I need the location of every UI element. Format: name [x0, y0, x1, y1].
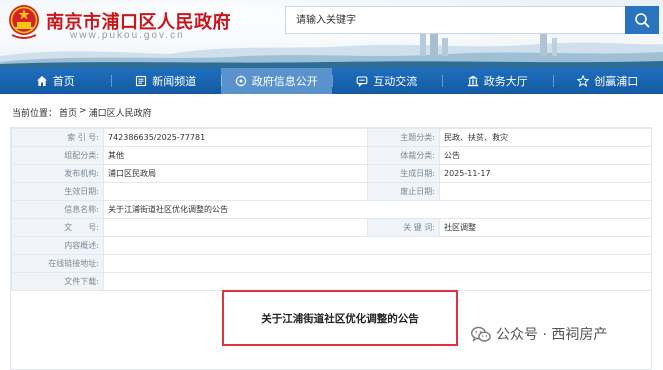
nav-item-interaction[interactable]: 互动交流 — [331, 68, 443, 94]
download-value[interactable] — [103, 272, 651, 291]
wechat-icon — [471, 326, 491, 342]
category-label: 组配分类: — [11, 146, 104, 165]
publisher-value: 浦口区民政局 — [103, 164, 368, 183]
effective-date-label: 生效日期: — [11, 182, 104, 201]
online-link-value[interactable] — [103, 254, 651, 273]
nav-item-info-disclosure[interactable]: 政府信息公开 — [221, 68, 332, 94]
nav-item-label: 创赢浦口 — [594, 75, 639, 88]
table-row: 组配分类: 其他 体裁分类: 公告 — [11, 146, 651, 165]
publisher-label: 发布机构: — [11, 164, 104, 183]
site-url: www.pukou.gov.cn — [70, 30, 185, 41]
online-link-label: 在线链接地址: — [11, 254, 104, 273]
nav-item-label: 首页 — [52, 75, 75, 88]
created-date-value: 2025-11-17 — [439, 164, 651, 183]
nav-item-win-pukou[interactable]: 创赢浦口 — [552, 68, 663, 94]
keywords-label: 关 键 词: — [367, 218, 440, 237]
nav-item-gov-hall[interactable]: 政务大厅 — [442, 68, 553, 94]
breadcrumb-home-link[interactable]: 首页 — [59, 106, 77, 119]
nav-item-label: 互动交流 — [373, 75, 418, 88]
table-row: 内容概述: — [11, 236, 651, 255]
abolished-date-label: 废止日期: — [367, 182, 440, 201]
table-row: 文件下载: — [11, 272, 651, 291]
breadcrumb-current-link[interactable]: 浦口区人民政府 — [89, 106, 152, 119]
topic-value: 民政、扶贫、救灾 — [439, 128, 651, 147]
star-icon — [577, 75, 590, 87]
hall-icon — [467, 75, 478, 87]
summary-value — [103, 236, 651, 255]
info-title-label: 信息名称: — [11, 200, 104, 219]
index-no-value: 742386635/2025-77781 — [103, 128, 368, 147]
document-heading: 关于江浦街道社区优化调整的公告 — [261, 312, 419, 325]
breadcrumb-separator: > — [79, 106, 87, 116]
nav-item-label: 政府信息公开 — [251, 75, 318, 88]
search-icon — [635, 13, 650, 28]
category-value: 其他 — [103, 146, 368, 165]
breadcrumb: 当前位置： 首页 > 浦口区人民政府 — [12, 106, 152, 119]
doc-no-label: 文 号: — [11, 218, 104, 237]
nav-item-news[interactable]: 新闻频道 — [110, 68, 222, 94]
genre-label: 体裁分类: — [367, 146, 440, 165]
table-row: 发布机构: 浦口区民政局 生成日期: 2025-11-17 — [11, 164, 651, 183]
doc-no-value — [103, 218, 368, 237]
download-label: 文件下载: — [11, 272, 104, 291]
header-banner: 南京市浦口区人民政府 www.pukou.gov.cn — [0, 0, 663, 68]
search-input[interactable] — [285, 6, 625, 34]
table-row: 在线链接地址: — [11, 254, 651, 273]
nav-item-label: 政务大厅 — [483, 75, 528, 88]
wechat-watermark: 公众号 · 西祠房产 — [471, 324, 607, 344]
table-row: 信息名称: 关于江浦街道社区优化调整的公告 — [11, 200, 651, 219]
keywords-value: 社区调整 — [439, 218, 651, 237]
created-date-label: 生成日期: — [367, 164, 440, 183]
national-emblem-icon — [9, 5, 39, 39]
news-icon — [136, 75, 147, 87]
chat-icon — [356, 76, 368, 87]
watermark-text: 公众号 · 西祠房产 — [496, 327, 608, 343]
document-heading-box: 关于江浦街道社区优化调整的公告 — [222, 290, 458, 346]
breadcrumb-prefix: 当前位置： — [12, 109, 58, 119]
table-row: 文 号: 关 键 词: 社区调整 — [11, 218, 651, 237]
abolished-date-value — [439, 182, 651, 201]
genre-value: 公告 — [439, 146, 651, 165]
table-row: 生效日期: 废止日期: — [11, 182, 651, 201]
nav-item-home[interactable]: 首页 — [0, 68, 111, 94]
effective-date-value — [103, 182, 368, 201]
summary-label: 内容概述: — [11, 236, 104, 255]
nav-item-label: 新闻频道 — [152, 75, 197, 88]
info-title-value: 关于江浦街道社区优化调整的公告 — [103, 200, 651, 219]
main-nav: 首页 新闻频道 政府信息公开 互动交流 政务大厅 创赢浦口 — [0, 68, 663, 94]
search-button[interactable] — [625, 6, 659, 34]
info-disclosure-icon — [235, 75, 247, 87]
topic-label: 主题分类: — [367, 128, 440, 147]
home-icon — [36, 76, 47, 86]
document-metadata-table: 索 引 号: 742386635/2025-77781 主题分类: 民政、扶贫、… — [11, 128, 651, 291]
index-no-label: 索 引 号: — [11, 128, 104, 147]
table-row: 索 引 号: 742386635/2025-77781 主题分类: 民政、扶贫、… — [11, 128, 651, 147]
